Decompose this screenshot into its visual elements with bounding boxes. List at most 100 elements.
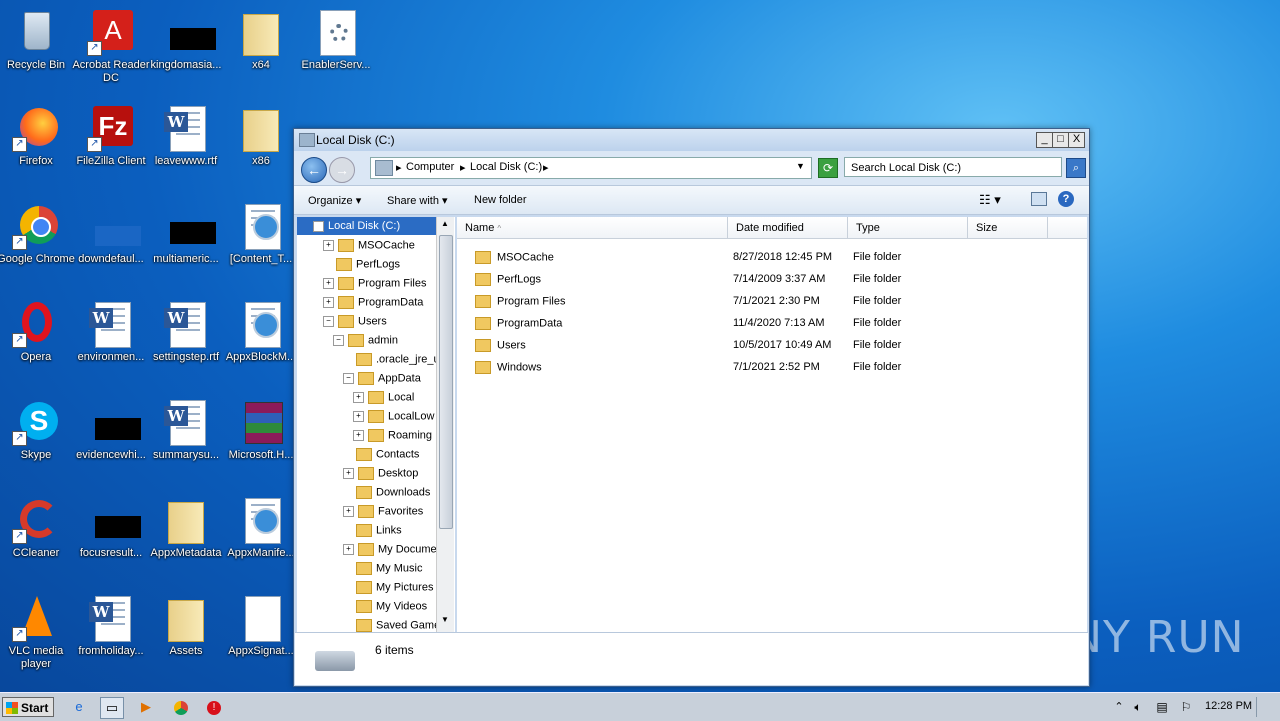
expander-icon[interactable]: + bbox=[353, 392, 364, 403]
file-row[interactable]: ProgramData 11/4/2020 7:13 AM File folde… bbox=[457, 313, 1087, 335]
expander-icon[interactable]: + bbox=[323, 240, 334, 251]
desktop-icon-settingstep[interactable]: W settingstep.rtf bbox=[146, 300, 226, 364]
file-row[interactable]: PerfLogs 7/14/2009 3:37 AM File folder bbox=[457, 269, 1087, 291]
desktop-icon-appxmanifest[interactable]: AppxManife... bbox=[221, 496, 301, 560]
search-input[interactable]: Search Local Disk (C:) bbox=[844, 157, 1062, 177]
volume-icon[interactable]: 🔈︎ bbox=[1127, 697, 1149, 717]
column-header-name[interactable]: Name ^ bbox=[457, 217, 728, 239]
column-header-size[interactable]: Size bbox=[968, 217, 1048, 239]
desktop-icon-environment[interactable]: W environmen... bbox=[71, 300, 151, 364]
maximize-button[interactable]: □ bbox=[1052, 132, 1069, 148]
expander-icon[interactable]: + bbox=[343, 506, 354, 517]
desktop-icon-content-types[interactable]: [Content_T... bbox=[221, 202, 301, 266]
help-icon[interactable]: ? bbox=[1058, 191, 1074, 207]
network-icon[interactable]: ▤ bbox=[1151, 697, 1173, 717]
desktop-icon-skype[interactable]: S ↗ Skype bbox=[0, 398, 76, 462]
tree-item-downloads[interactable]: Downloads bbox=[356, 486, 430, 499]
refresh-icon[interactable]: ⟳ bbox=[818, 158, 838, 178]
desktop-icon-vlc[interactable]: ↗ VLC media player bbox=[0, 594, 76, 671]
expander-icon[interactable]: − bbox=[323, 316, 334, 327]
tree-item-my-pictures[interactable]: My Pictures bbox=[356, 581, 433, 594]
column-header-type[interactable]: Type bbox=[848, 217, 968, 239]
scroll-up-icon[interactable]: ▲ bbox=[439, 219, 451, 233]
tree-item-users[interactable]: − Users bbox=[323, 315, 387, 328]
desktop-icon-firefox[interactable]: ↗ Firefox bbox=[0, 104, 76, 168]
tree-item-admin[interactable]: − admin bbox=[333, 334, 398, 347]
desktop-icon-appxsignature[interactable]: AppxSignat... bbox=[221, 594, 301, 658]
tree-item-saved-games[interactable]: Saved Game bbox=[356, 619, 440, 632]
expander-icon[interactable]: − bbox=[333, 335, 344, 346]
tree-item-perflogs[interactable]: PerfLogs bbox=[336, 258, 400, 271]
desktop-icon-downdefault[interactable]: downdefaul... bbox=[71, 202, 151, 266]
desktop-icon-appxmetadata[interactable]: AppxMetadata bbox=[146, 496, 226, 560]
show-desktop-button[interactable] bbox=[1256, 697, 1277, 717]
file-row[interactable]: Windows 7/1/2021 2:52 PM File folder bbox=[457, 357, 1087, 379]
expander-icon[interactable]: − bbox=[313, 220, 324, 232]
breadcrumb-computer[interactable]: Computer bbox=[406, 161, 454, 173]
title-bar[interactable]: Local Disk (C:) _ □ X bbox=[294, 129, 1089, 151]
desktop-icon-kingdomasia[interactable]: kingdomasia... bbox=[146, 8, 226, 72]
chrome-taskbar-icon[interactable] bbox=[170, 697, 192, 717]
opera-taskbar-icon[interactable]: ! bbox=[203, 697, 225, 717]
tree-item-msocache[interactable]: + MSOCache bbox=[323, 239, 415, 252]
file-row[interactable]: Program Files 7/1/2021 2:30 PM File fold… bbox=[457, 291, 1087, 313]
tree-item-desktop[interactable]: + Desktop bbox=[343, 467, 418, 480]
breadcrumb[interactable]: ▸ Computer ▸ Local Disk (C:) ▸ ▼ bbox=[370, 157, 812, 179]
file-row[interactable]: Users 10/5/2017 10:49 AM File folder bbox=[457, 335, 1087, 357]
action-center-flag-icon[interactable]: ⚐ bbox=[1175, 697, 1197, 717]
desktop-icon-microsoft-h[interactable]: Microsoft.H... bbox=[221, 398, 301, 462]
media-player-icon[interactable]: ▶ bbox=[135, 697, 157, 717]
desktop-icon-multiameric[interactable]: multiameric... bbox=[146, 202, 226, 266]
tree-item-local[interactable]: + Local bbox=[353, 391, 414, 404]
tree-item-oracle-jre[interactable]: .oracle_jre_u bbox=[356, 353, 440, 366]
start-button[interactable]: Start bbox=[2, 697, 54, 717]
chevron-down-icon[interactable]: ▼ bbox=[796, 161, 805, 171]
tree-item-my-music[interactable]: My Music bbox=[356, 562, 422, 575]
minimize-button[interactable]: _ bbox=[1036, 132, 1053, 148]
desktop-icon-opera[interactable]: ↗ Opera bbox=[0, 300, 76, 364]
file-row[interactable]: MSOCache 8/27/2018 12:45 PM File folder bbox=[457, 247, 1087, 269]
tree-item-roaming[interactable]: + Roaming bbox=[353, 429, 432, 442]
desktop-icon-google-chrome[interactable]: ↗ Google Chrome bbox=[0, 202, 76, 266]
desktop-icon-filezilla[interactable]: Fz ↗ FileZilla Client bbox=[71, 104, 151, 168]
desktop-icon-recycle-bin[interactable]: Recycle Bin bbox=[0, 8, 76, 72]
close-button[interactable]: X bbox=[1068, 132, 1085, 148]
tree-item-program-files[interactable]: + Program Files bbox=[323, 277, 426, 290]
expander-icon[interactable]: + bbox=[323, 278, 334, 289]
desktop-icon-fromholiday[interactable]: W fromholiday... bbox=[71, 594, 151, 658]
tree-item-my-videos[interactable]: My Videos bbox=[356, 600, 427, 613]
preview-pane-icon[interactable] bbox=[1031, 192, 1047, 206]
scroll-thumb[interactable] bbox=[439, 235, 453, 529]
expander-icon[interactable]: + bbox=[343, 468, 354, 479]
back-button[interactable]: ← bbox=[301, 157, 327, 183]
expander-icon[interactable]: + bbox=[343, 544, 354, 555]
file-list[interactable]: Name ^ Date modified Type Size MSOCache … bbox=[457, 217, 1087, 632]
desktop-icon-acrobat[interactable]: A ↗ Acrobat Reader DC bbox=[71, 8, 151, 85]
desktop-icon-focusresult[interactable]: focusresult... bbox=[71, 496, 151, 560]
desktop-icon-x64[interactable]: x64 bbox=[221, 8, 301, 72]
tree-item-favorites[interactable]: + Favorites bbox=[343, 505, 423, 518]
new-folder-button[interactable]: New folder bbox=[474, 194, 527, 206]
expander-icon[interactable]: + bbox=[323, 297, 334, 308]
scroll-down-icon[interactable]: ▼ bbox=[439, 615, 451, 629]
nav-scrollbar[interactable]: ▲ ▼ bbox=[436, 217, 454, 632]
breadcrumb-local-disk[interactable]: Local Disk (C:) bbox=[470, 161, 542, 173]
tree-item-programdata[interactable]: + ProgramData bbox=[323, 296, 423, 309]
desktop-icon-evidencewhi[interactable]: evidencewhi... bbox=[71, 398, 151, 462]
tree-item-local-disk[interactable]: − Local Disk (C:) bbox=[313, 220, 400, 232]
tree-item-appdata[interactable]: − AppData bbox=[343, 372, 421, 385]
forward-button[interactable]: → bbox=[329, 157, 355, 183]
internet-explorer-icon[interactable]: e bbox=[68, 697, 90, 717]
expander-icon[interactable]: + bbox=[353, 430, 364, 441]
tree-item-links[interactable]: Links bbox=[356, 524, 402, 537]
search-icon[interactable]: ⌕ bbox=[1066, 158, 1086, 178]
tree-item-contacts[interactable]: Contacts bbox=[356, 448, 419, 461]
desktop-icon-assets[interactable]: Assets bbox=[146, 594, 226, 658]
expander-icon[interactable]: + bbox=[353, 411, 364, 422]
desktop-icon-ccleaner[interactable]: ↗ CCleaner bbox=[0, 496, 76, 560]
desktop-icon-appxblockmap[interactable]: AppxBlockM... bbox=[221, 300, 301, 364]
tree-item-locallow[interactable]: + LocalLow bbox=[353, 410, 434, 423]
desktop-icon-summarysu[interactable]: W summarysu... bbox=[146, 398, 226, 462]
desktop-icon-enablerserv[interactable]: EnablerServ... bbox=[296, 8, 376, 72]
share-with-button[interactable]: Share with ▾ bbox=[387, 194, 448, 207]
